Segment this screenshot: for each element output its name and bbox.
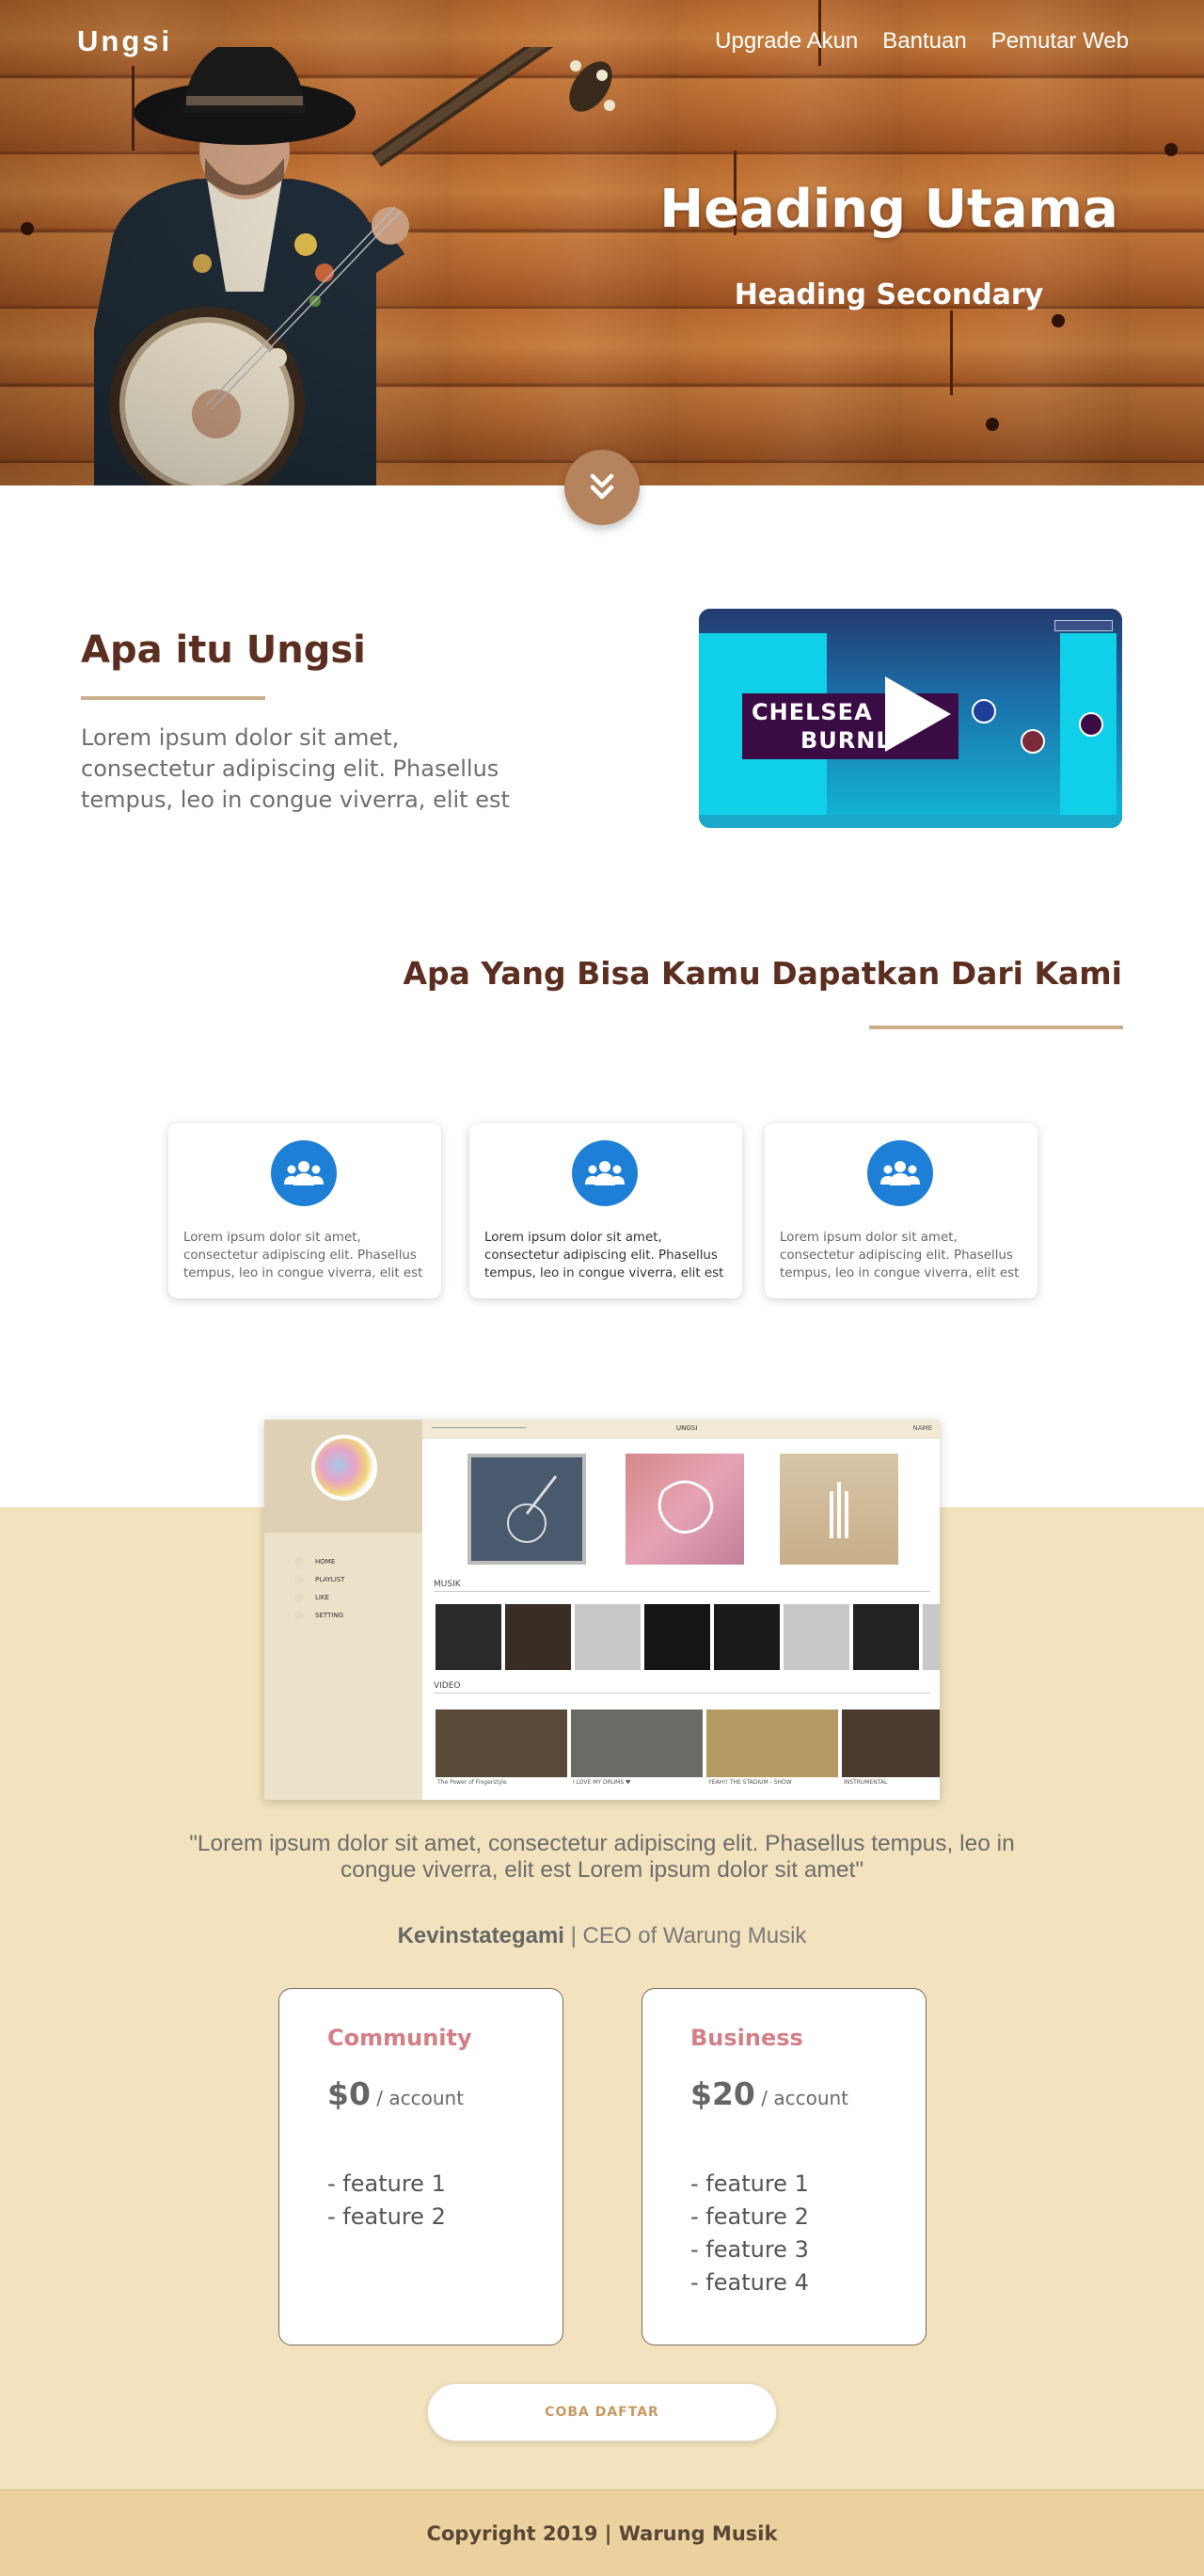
mock-highlight-art [626, 1454, 744, 1565]
league-logo-icon [1079, 712, 1103, 737]
mock-search [432, 1427, 526, 1428]
nav-bantuan[interactable]: Bantuan [882, 28, 966, 55]
plan-price: $0 / account [327, 2075, 465, 2112]
channel-badge [1054, 620, 1113, 631]
video-player[interactable]: CHELSEA BURNL [699, 609, 1122, 828]
feature-card: Lorem ipsum dolor sit amet, consectetur … [168, 1123, 441, 1298]
feature-card-text: Lorem ipsum dolor sit amet, consectetur … [183, 1231, 423, 1280]
nav-pemutar-web[interactable]: Pemutar Web [991, 28, 1129, 55]
top-nav: Upgrade Akun Bantuan Pemutar Web [715, 28, 1129, 55]
mock-app-title: UNGSI [676, 1424, 698, 1432]
mock-highlight-guitar [467, 1454, 586, 1565]
video-caption-line2: BURNL [800, 727, 892, 754]
feature-card-text: Lorem ipsum dolor sit amet, consectetur … [484, 1231, 724, 1280]
features-title: Apa Yang Bisa Kamu Dapatkan Dari Kami [403, 955, 1122, 992]
plan-features: - feature 1 - feature 2 - feature 3 - fe… [690, 2171, 809, 2296]
plan-card-community[interactable]: Community $0 / account - feature 1 - fea… [278, 1988, 563, 2345]
plan-name: Community [327, 2025, 472, 2051]
users-icon [284, 1161, 324, 1185]
plan-price: $20 / account [690, 2075, 849, 2112]
features-divider [869, 1026, 1123, 1029]
team-crest-icon [972, 699, 996, 724]
team-crest-icon [1021, 729, 1045, 754]
nav-upgrade-akun[interactable]: Upgrade Akun [715, 28, 858, 55]
about-divider [81, 696, 265, 700]
avatar [311, 1435, 377, 1501]
copyright-text: Copyright 2019 | Warung Musik [426, 2522, 778, 2545]
plan-name: Business [690, 2025, 803, 2051]
brand-logo[interactable]: Ungsi [77, 24, 172, 58]
feature-card: Lorem ipsum dolor sit amet, consectetur … [469, 1123, 742, 1298]
mock-menu-home: HOME [315, 1558, 336, 1566]
landing-page: Ungsi Upgrade Akun Bantuan Pemutar Web H… [0, 0, 1204, 2576]
scroll-down-button[interactable] [564, 450, 640, 525]
mock-topbar: UNGSI NAME [422, 1420, 940, 1439]
about-description: Lorem ipsum dolor sit amet, consectetur … [81, 724, 510, 813]
mock-menu-setting: SETTING [315, 1612, 344, 1619]
mock-highlight-hand [780, 1454, 898, 1565]
feature-card: Lorem ipsum dolor sit amet, consectetur … [765, 1123, 1038, 1298]
feature-card-text: Lorem ipsum dolor sit amet, consectetur … [780, 1231, 1020, 1280]
testimonial-quote: "Lorem ipsum dolor sit amet, consectetur… [189, 1831, 1015, 1883]
users-icon [880, 1161, 920, 1185]
mock-section-video: VIDEO [434, 1681, 461, 1691]
play-icon[interactable] [885, 676, 951, 752]
double-chevron-down-icon [590, 473, 614, 500]
testimonial-author: Kevinstategami | CEO of Warung Musik [397, 1923, 807, 1948]
hero-heading: Heading Utama [659, 179, 1118, 240]
hero-subheading: Heading Secondary [734, 278, 1044, 311]
try-register-button[interactable]: COBA DAFTAR [427, 2383, 777, 2441]
plan-features: - feature 1 - feature 2 [327, 2171, 446, 2230]
app-screenshot: HOME PLAYLIST LIKE SETTING UNGSI NAME MU… [264, 1420, 940, 1800]
mock-user-name: NAME [912, 1424, 933, 1432]
mock-menu-like: LIKE [315, 1594, 329, 1601]
users-icon [585, 1161, 625, 1185]
video-caption-line1: CHELSEA [752, 699, 873, 725]
plan-card-business[interactable]: Business $20 / account - feature 1 - fea… [642, 1988, 927, 2345]
footer: Copyright 2019 | Warung Musik [0, 2489, 1204, 2576]
hero-banner: Ungsi Upgrade Akun Bantuan Pemutar Web H… [0, 0, 1204, 485]
about-title: Apa itu Ungsi [81, 628, 366, 672]
mock-section-musik: MUSIK [434, 1580, 461, 1589]
mock-menu-playlist: PLAYLIST [315, 1576, 345, 1583]
